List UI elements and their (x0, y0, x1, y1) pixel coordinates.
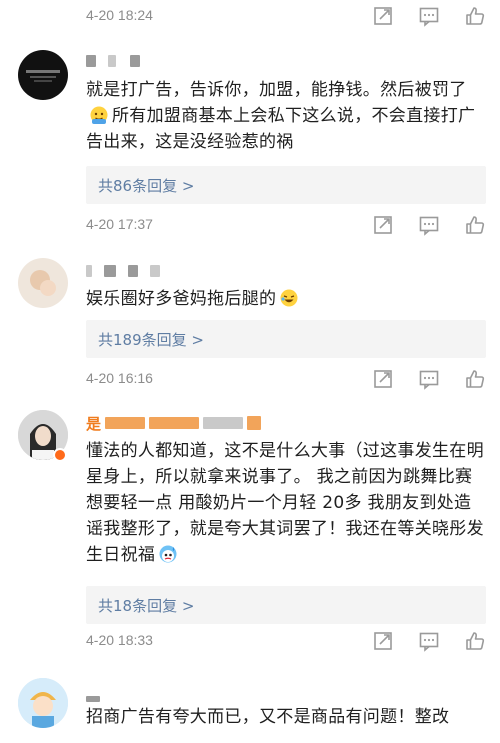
comment-item: 就是打广告，告诉你，加盟，能挣钱。然后被罚了 所有加盟商基本上会私下这么说，不会直… (0, 0, 500, 240)
comment-actions (372, 368, 486, 390)
comment-text: 就是打广告，告诉你，加盟，能挣钱。然后被罚了 所有加盟商基本上会私下这么说，不会直… (86, 80, 476, 152)
comment-text: 懂法的人都知道，这不是什么大事（过这事发生在明星身上，所以就拿来说事了。 我之前… (86, 441, 484, 565)
laugh-emoji (279, 288, 299, 308)
comment-item: 招商广告有夸大而已，又不是商品有问题！整改 (0, 660, 500, 743)
avatar[interactable] (18, 678, 68, 728)
reply-expand[interactable]: 共86条回复 > (86, 166, 486, 204)
vip-badge (53, 448, 67, 462)
comment-icon[interactable] (418, 214, 440, 236)
sweat-emoji (158, 544, 178, 564)
comment-icon[interactable] (418, 368, 440, 390)
reply-expand[interactable]: 共189条回复 > (86, 320, 486, 358)
share-icon[interactable] (372, 368, 394, 390)
comment-text: 娱乐圈好多爸妈拖后腿的 (86, 286, 486, 312)
comment-meta: 4-20 18:33 (0, 629, 500, 659)
username-fragment: 是 (86, 414, 102, 433)
share-icon[interactable] (372, 630, 394, 652)
username[interactable] (86, 262, 160, 280)
username[interactable] (86, 52, 140, 70)
comment-time: 4-20 17:37 (86, 216, 153, 232)
comment-time: 4-20 18:33 (86, 632, 153, 648)
like-icon[interactable] (464, 630, 486, 652)
like-icon[interactable] (464, 214, 486, 236)
reply-count: 共86条回复 > (98, 177, 195, 195)
reply-count: 共18条回复 > (98, 597, 195, 615)
share-icon[interactable] (372, 214, 394, 236)
reply-count: 共189条回复 > (98, 331, 204, 349)
like-icon[interactable] (464, 368, 486, 390)
comment-actions (372, 214, 486, 236)
comment-item: 是 懂法的人都知道，这不是什么大事（过这事发生在明星身上，所以就拿来说事了。 我… (0, 400, 500, 650)
reply-expand[interactable]: 共18条回复 > (86, 586, 486, 624)
avatar[interactable] (18, 50, 68, 100)
shy-emoji (89, 105, 109, 125)
comment-time: 4-20 16:16 (86, 370, 153, 386)
comment-meta: 4-20 17:37 (0, 213, 500, 243)
username[interactable]: 是 (86, 414, 262, 433)
comment-icon[interactable] (418, 630, 440, 652)
comment-meta: 4-20 16:16 (0, 367, 500, 397)
comment-actions (372, 630, 486, 652)
avatar[interactable] (18, 258, 68, 308)
comment-text: 招商广告有夸大而已，又不是商品有问题！整改 (86, 707, 450, 727)
